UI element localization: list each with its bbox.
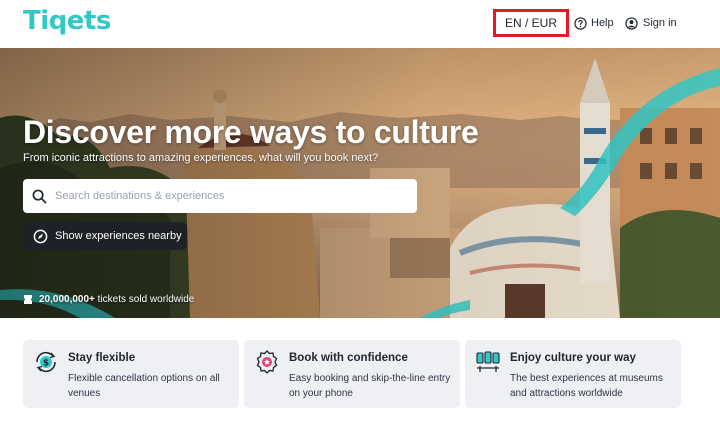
tiqets-logo[interactable]: Tiqets [23, 5, 111, 37]
museum-exhibits-icon [476, 351, 500, 372]
dollar-refresh-icon: $ [36, 351, 56, 373]
show-experiences-nearby-button[interactable]: Show experiences nearby [23, 222, 187, 250]
tickets-sold-text: tickets sold worldwide [94, 294, 195, 305]
feature-description: Flexible cancellation options on all ven… [68, 373, 220, 399]
award-badge-icon [256, 350, 278, 374]
hero-subheading: From iconic attractions to amazing exper… [23, 152, 379, 164]
feature-description: Easy booking and skip-the-line entry on … [289, 373, 451, 399]
help-link[interactable]: Help [574, 13, 614, 33]
feature-card-enjoy-culture: Enjoy culture your way The best experien… [465, 340, 681, 408]
feature-card-stay-flexible: $ Stay flexible Flexible cancellation op… [23, 340, 239, 408]
sign-in-label: Sign in [643, 17, 677, 29]
feature-card-book-with-confidence: Book with confidence Easy booking and sk… [244, 340, 460, 408]
search-icon [32, 189, 47, 203]
sign-in-button[interactable]: Sign in [625, 13, 677, 33]
svg-text:$: $ [43, 359, 49, 369]
top-navigation-bar: Tiqets EN / EUR Help Sign in [0, 0, 720, 48]
feature-title: Stay flexible [68, 352, 136, 364]
user-circle-icon [625, 16, 638, 30]
help-label: Help [591, 17, 614, 29]
nearby-button-label: Show experiences nearby [55, 230, 182, 242]
hero-banner: Discover more ways to culture From iconi… [0, 48, 720, 318]
language-currency-label: EN / EUR [504, 16, 557, 30]
feature-title: Enjoy culture your way [510, 352, 636, 364]
compass-icon [33, 229, 48, 243]
ticket-icon [24, 295, 32, 304]
search-input[interactable] [55, 190, 405, 202]
tickets-sold-count: 20,000,000+ [39, 294, 95, 305]
language-currency-selector[interactable]: EN / EUR [493, 9, 569, 37]
destination-search-bar[interactable] [23, 179, 417, 213]
feature-description: The best experiences at museums and attr… [510, 373, 663, 399]
tickets-sold-banner: 20,000,000+ tickets sold worldwide [23, 294, 194, 305]
hero-heading: Discover more ways to culture [23, 114, 479, 150]
question-circle-icon [574, 16, 587, 30]
feature-title: Book with confidence [289, 352, 408, 364]
